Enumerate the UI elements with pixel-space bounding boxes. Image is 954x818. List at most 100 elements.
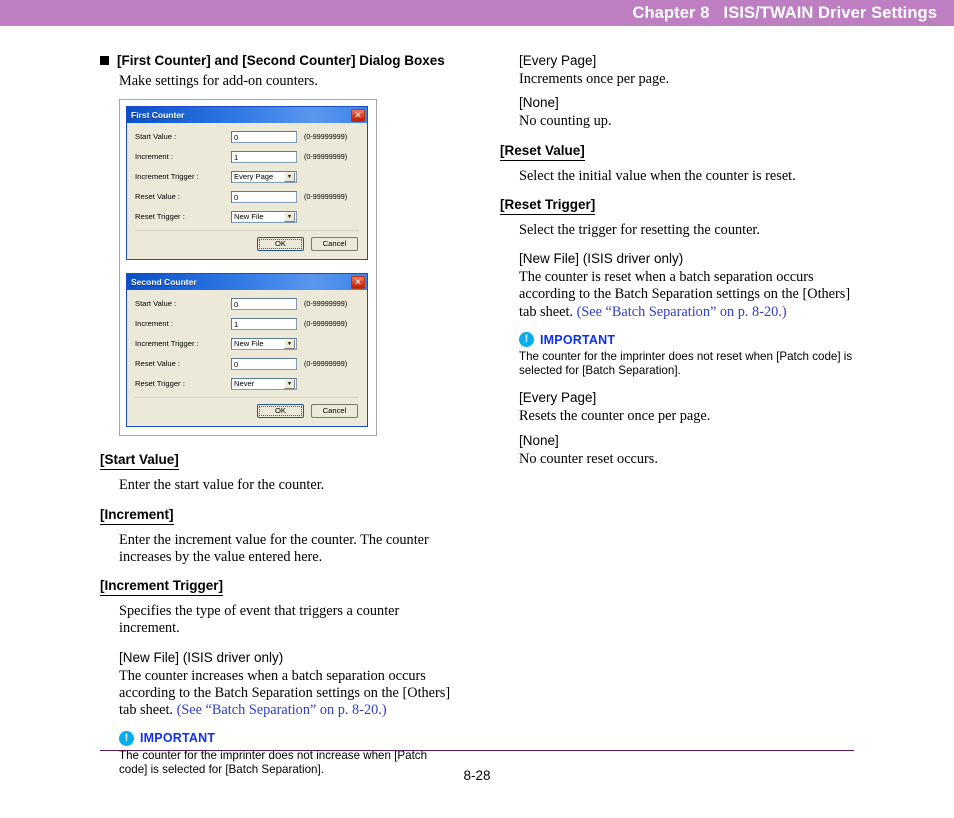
second-start-value-row: Start Value : 0 (0-99999999)	[135, 297, 359, 310]
important-note-right: ! IMPORTANT The counter for the imprinte…	[519, 332, 876, 378]
second-reset-trigger-label: Reset Trigger :	[135, 379, 185, 389]
first-reset-value-input[interactable]: 0	[231, 190, 297, 203]
first-reset-trigger-select[interactable]: New File ▼	[231, 210, 297, 223]
first-increment-trigger-select[interactable]: Every Page ▼	[231, 170, 297, 183]
xref-batch-separation[interactable]: (See “Batch Separation” on p. 8-20.)	[177, 702, 387, 718]
section-heading: [First Counter] and [Second Counter] Dia…	[100, 52, 476, 69]
second-reset-trigger-select[interactable]: Never ▼	[231, 377, 297, 390]
second-increment-trigger-label: Increment Trigger :	[135, 339, 199, 349]
option-reset-none: [None]	[519, 432, 559, 448]
option-every-page-body: Increments once per page.	[519, 71, 670, 87]
option-new-file-right: [New File] (ISIS driver only)	[519, 251, 684, 267]
first-increment-trigger-row: Increment Trigger : Every Page ▼	[135, 170, 359, 183]
first-increment-row: Increment : 1 (0-99999999)	[135, 150, 359, 163]
first-start-value-input[interactable]: 0	[231, 130, 297, 143]
term-start-value-wrap: [Start Value]	[100, 451, 476, 471]
second-increment-input[interactable]: 1	[231, 317, 297, 330]
first-start-value-range: (0-99999999)	[304, 132, 348, 142]
term-reset-trigger: [Reset Trigger]	[500, 197, 596, 215]
first-counter-body: Start Value : 0 (0-99999999) Increment :…	[127, 123, 367, 259]
second-reset-value-range: (0-99999999)	[304, 359, 348, 369]
first-start-value-row: Start Value : 0 (0-99999999)	[135, 130, 359, 143]
second-start-value-input[interactable]: 0	[231, 297, 297, 310]
chevron-down-icon[interactable]: ▼	[284, 171, 295, 182]
focus-ring	[259, 239, 302, 250]
second-counter-ok-button[interactable]: OK	[257, 404, 304, 419]
second-counter-cancel-button[interactable]: Cancel	[311, 404, 358, 419]
chevron-down-icon[interactable]: ▼	[284, 378, 295, 389]
option-none: [None]	[519, 95, 559, 111]
term-increment-wrap: [Increment]	[100, 506, 476, 525]
first-increment-trigger-label: Increment Trigger :	[135, 172, 199, 182]
first-reset-value-row: Reset Value : 0 (0-99999999)	[135, 190, 359, 203]
second-reset-trigger-row: Reset Trigger : Never ▼	[135, 377, 359, 390]
option-every-page: [Every Page]	[519, 53, 597, 68]
first-counter-title: First Counter	[131, 110, 185, 121]
term-reset-value: [Reset Value]	[500, 143, 585, 161]
second-start-value-label: Start Value :	[135, 299, 177, 309]
right-column: [Every Page] Increments once per page. […	[500, 52, 876, 468]
second-increment-trigger-select[interactable]: New File ▼	[231, 337, 297, 350]
first-counter-cancel-button[interactable]: Cancel	[311, 237, 358, 252]
chevron-down-icon[interactable]: ▼	[284, 338, 295, 349]
important-header-right: ! IMPORTANT	[519, 332, 876, 348]
term-reset-value-body: Select the initial value when the counte…	[519, 167, 796, 184]
dialog-separator	[135, 397, 359, 399]
dialog-separator	[135, 230, 359, 232]
second-counter-dialog: Second Counter ✕ Start Value : 0 (0-9999…	[126, 273, 368, 428]
second-counter-titlebar: Second Counter ✕	[127, 274, 367, 291]
option-new-file-body: The counter increases when a batch separ…	[119, 668, 469, 720]
option-new-file-right-body: The counter is reset when a batch separa…	[519, 269, 869, 321]
first-increment-range: (0-99999999)	[304, 152, 348, 162]
first-reset-trigger-label: Reset Trigger :	[135, 212, 185, 222]
important-header: ! IMPORTANT	[119, 730, 476, 746]
chevron-down-icon[interactable]: ▼	[284, 211, 295, 222]
header-chapter-title: Chapter 8 ISIS/TWAIN Driver Settings	[632, 3, 937, 22]
second-reset-value-input[interactable]: 0	[231, 357, 297, 370]
exclamation-icon: !	[519, 332, 534, 348]
section-heading-text: [First Counter] and [Second Counter] Dia…	[117, 53, 445, 68]
term-increment: [Increment]	[100, 507, 174, 525]
option-none-body: No counting up.	[519, 113, 612, 130]
first-counter-ok-button[interactable]: OK	[257, 237, 304, 252]
footer-divider	[100, 750, 854, 751]
first-reset-value-range: (0-99999999)	[304, 192, 348, 202]
first-counter-dialog: First Counter ✕ Start Value : 0 (0-99999…	[126, 106, 368, 261]
first-start-value-label: Start Value :	[135, 132, 177, 142]
second-increment-trigger-row: Increment Trigger : New File ▼	[135, 337, 359, 350]
term-start-value: [Start Value]	[100, 452, 179, 471]
option-new-file: [New File] (ISIS driver only)	[119, 649, 284, 665]
page-footer: 8-28	[0, 750, 954, 783]
page-number: 8-28	[463, 768, 491, 783]
second-counter-body: Start Value : 0 (0-99999999) Increment :…	[127, 290, 367, 426]
content-columns: [First Counter] and [Second Counter] Dia…	[0, 26, 954, 776]
second-reset-value-row: Reset Value : 0 (0-99999999)	[135, 357, 359, 370]
term-increment-trigger: [Increment Trigger]	[100, 578, 224, 597]
first-counter-buttons: OK Cancel	[135, 237, 359, 254]
second-increment-label: Increment :	[135, 319, 173, 329]
term-increment-trigger-wrap: [Increment Trigger]	[100, 577, 476, 597]
close-icon[interactable]: ✕	[351, 275, 365, 289]
second-increment-range: (0-99999999)	[304, 319, 348, 329]
first-counter-titlebar: First Counter ✕	[127, 107, 367, 124]
option-reset-every-page: [Every Page]	[519, 390, 597, 406]
dialog-screenshot-frame: First Counter ✕ Start Value : 0 (0-99999…	[119, 99, 377, 437]
first-reset-trigger-row: Reset Trigger : New File ▼	[135, 210, 359, 223]
second-increment-row: Increment : 1 (0-99999999)	[135, 317, 359, 330]
important-body-right: The counter for the imprinter does not r…	[519, 350, 853, 378]
second-reset-value-label: Reset Value :	[135, 359, 181, 369]
first-increment-input[interactable]: 1	[231, 150, 297, 163]
term-reset-trigger-wrap: [Reset Trigger]	[500, 196, 876, 215]
important-label: IMPORTANT	[140, 731, 216, 746]
xref-batch-separation-right[interactable]: (See “Batch Separation” on p. 8-20.)	[577, 304, 787, 320]
second-counter-title: Second Counter	[131, 277, 197, 288]
square-bullet-icon	[100, 56, 109, 65]
first-reset-trigger-value: New File	[234, 212, 264, 222]
close-icon[interactable]: ✕	[351, 108, 365, 122]
term-reset-trigger-body: Select the trigger for resetting the cou…	[519, 221, 760, 238]
section-intro: Make settings for add-on counters.	[119, 73, 318, 89]
term-reset-value-wrap: [Reset Value]	[500, 142, 876, 161]
term-start-value-body: Enter the start value for the counter.	[119, 477, 325, 494]
option-reset-none-body: No counter reset occurs.	[519, 450, 658, 467]
second-start-value-range: (0-99999999)	[304, 299, 348, 309]
